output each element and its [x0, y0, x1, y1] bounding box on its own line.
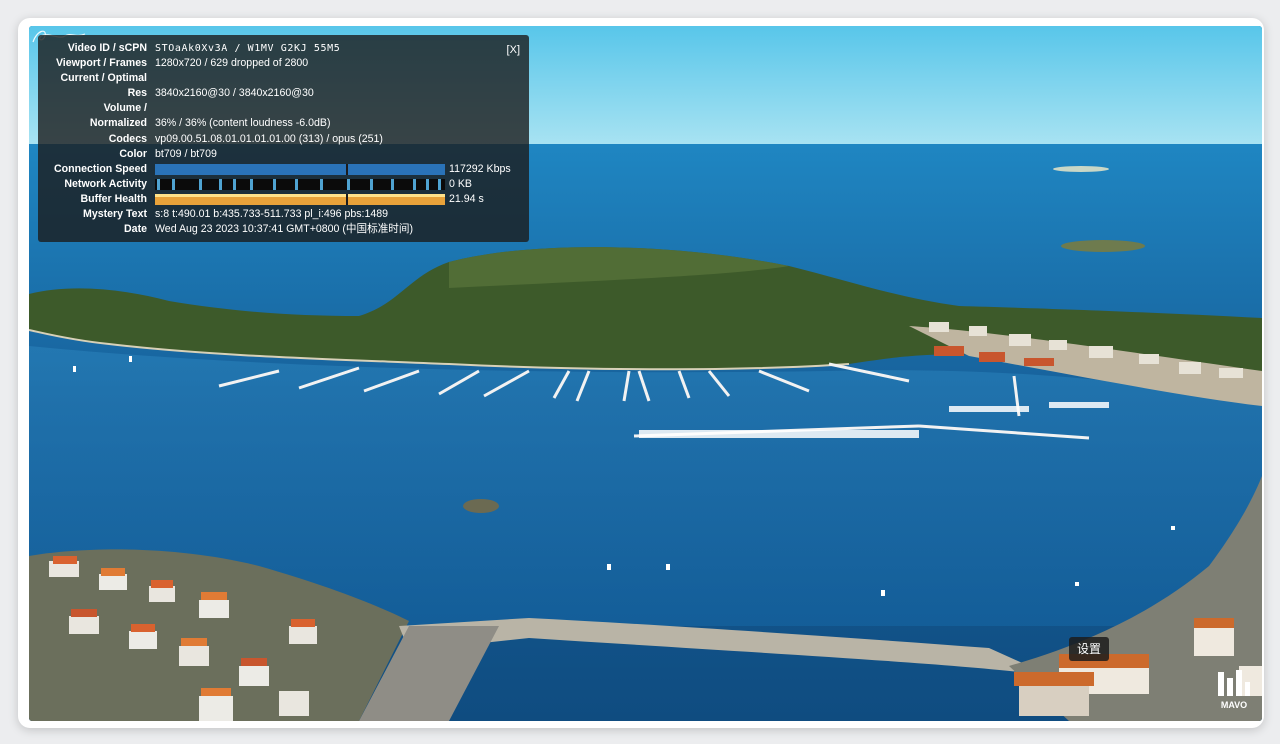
network-activity-tick: [273, 178, 276, 190]
buffer-health-value: 21.94 s: [449, 192, 484, 205]
stats-label: Video ID / sCPN: [67, 42, 147, 54]
stats-label: Date: [124, 223, 147, 236]
stats-value: s:8 t:490.01 b:435.733-511.733 pl_i:496 …: [155, 208, 389, 221]
stats-label: Network Activity: [64, 177, 147, 190]
stats-label: Color: [119, 147, 147, 160]
stats-value: bt709 / bt709: [155, 147, 217, 160]
network-activity-tick: [157, 178, 160, 190]
stats-value: STOaAk0Xv3A / W1MV G2KJ 55M5: [155, 43, 341, 54]
stats-for-nerds-panel: [X] Video ID / sCPN STOaAk0Xv3A / W1MV G…: [38, 35, 529, 242]
stats-row-current-optimal: Current / Optimal: [38, 71, 523, 86]
stats-value: 3840x2160@30 / 3840x2160@30: [155, 87, 314, 100]
stats-row-normalized: Normalized 36% / 36% (content loudness -…: [38, 116, 523, 131]
channel-logo: MAVO: [1214, 668, 1254, 714]
stats-row-volume: Volume /: [38, 101, 523, 116]
stats-row-codecs: Codecs vp09.00.51.08.01.01.01.01.00 (313…: [38, 132, 523, 147]
stats-row-network-activity: Network Activity 0 KB: [38, 177, 523, 192]
small-rock-islet: [463, 499, 499, 513]
stats-row-connection-speed: Connection Speed 117292 Kbps: [38, 162, 523, 177]
connection-speed-value: 117292 Kbps: [449, 162, 511, 175]
stats-value: vp09.00.51.08.01.01.01.01.00 (313) / opu…: [155, 132, 383, 145]
channel-logo-text: MAVO: [1220, 700, 1248, 710]
stats-label: Viewport / Frames: [55, 57, 147, 70]
network-activity-tick: [295, 178, 298, 190]
network-activity-bar: [155, 178, 445, 190]
network-activity-tick: [347, 178, 350, 190]
stats-row-video-id: Video ID / sCPN STOaAk0Xv3A / W1MV G2KJ …: [38, 41, 523, 56]
network-activity-tick: [219, 178, 222, 190]
network-activity-tick: [320, 178, 323, 190]
stats-value: [155, 101, 523, 116]
stats-row-color: Color bt709 / bt709: [38, 147, 523, 162]
network-activity-tick: [233, 178, 236, 190]
distant-islet: [1061, 240, 1145, 252]
distant-islet: [1053, 166, 1109, 172]
network-activity-tick: [172, 178, 175, 190]
stats-value: 1280x720 / 629 dropped of 2800: [155, 57, 309, 70]
connection-speed-bar-fill: [155, 163, 445, 175]
stats-value: [155, 71, 523, 86]
channel-logo-mark: [1218, 670, 1250, 696]
network-activity-tick: [391, 178, 394, 190]
stats-label: Normalized: [89, 117, 147, 130]
stats-label: Volume /: [103, 102, 147, 115]
stats-value: Wed Aug 23 2023 10:37:41 GMT+0800 (中国标准时…: [155, 223, 414, 236]
stats-row-mystery-text: Mystery Text s:8 t:490.01 b:435.733-511.…: [38, 207, 523, 222]
network-activity-value: 0 KB: [449, 177, 472, 190]
bar-divider: [346, 193, 348, 205]
network-activity-tick: [370, 178, 373, 190]
buffer-health-bar: [155, 193, 445, 205]
stats-row-buffer-health: Buffer Health 21.94 s: [38, 192, 523, 207]
network-activity-tick: [199, 178, 202, 190]
stats-label: Codecs: [108, 132, 147, 145]
stats-row-res: Res 3840x2160@30 / 3840x2160@30: [38, 86, 523, 101]
stats-label: Buffer Health: [80, 192, 147, 205]
connection-speed-bar: [155, 163, 445, 175]
network-activity-tick: [413, 178, 416, 190]
network-activity-tick: [426, 178, 429, 190]
stats-label: Current / Optimal: [60, 72, 147, 85]
buffer-health-bar-fill: [155, 193, 445, 205]
stats-row-viewport: Viewport / Frames 1280x720 / 629 dropped…: [38, 56, 523, 71]
bar-divider: [346, 163, 348, 175]
close-stats-button[interactable]: [X]: [507, 43, 520, 58]
stats-label: Mystery Text: [83, 208, 147, 221]
network-activity-tick: [438, 178, 441, 190]
stats-label: Res: [127, 87, 147, 100]
stats-label: Connection Speed: [54, 162, 147, 175]
stats-value: 36% / 36% (content loudness -6.0dB): [155, 117, 331, 130]
stats-row-date: Date Wed Aug 23 2023 10:37:41 GMT+0800 (…: [38, 222, 523, 237]
settings-tooltip: 设置: [1069, 637, 1110, 661]
network-activity-tick: [250, 178, 253, 190]
